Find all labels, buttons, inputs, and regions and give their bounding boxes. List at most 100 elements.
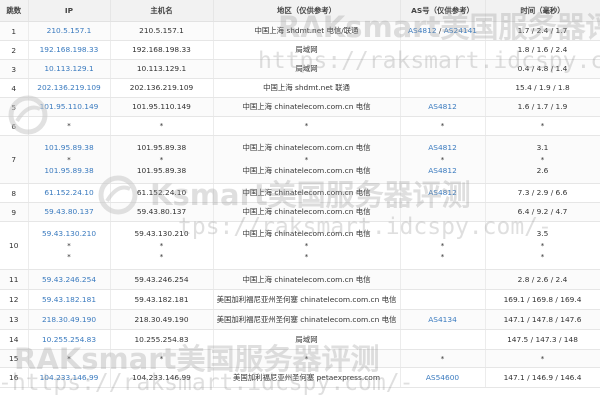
region-text: 中国上海 shdmt.net 联通 xyxy=(263,83,350,93)
asn-link[interactable]: AS4812 xyxy=(408,26,437,35)
latency-text: * xyxy=(540,121,545,131)
hop-cell: 16 xyxy=(0,367,29,388)
latency-text: 1.6 / 1.7 / 1.9 xyxy=(517,102,568,112)
latency-text: 15.4 / 1.9 / 1.8 xyxy=(515,83,570,93)
ip-link[interactable]: 59.43.130.210 xyxy=(31,228,108,239)
hostname-text: 59.43.130.210 xyxy=(134,229,189,239)
hop-number: 5 xyxy=(11,102,17,112)
latency-text: 7.3 / 2.9 / 6.6 xyxy=(517,188,568,198)
asn-cell xyxy=(400,289,486,310)
asn-cell: AS54600 xyxy=(400,367,486,388)
region-text: 局域网 xyxy=(295,64,318,74)
time-cell: 7.3 / 2.9 / 6.6 xyxy=(485,183,600,203)
latency-text: 169.1 / 169.8 / 169.4 xyxy=(503,294,582,304)
asn-line: AS4812 xyxy=(403,142,483,153)
ip-link[interactable]: 101.95.110.149 xyxy=(31,101,108,112)
ip-link[interactable]: 101.95.89.38 xyxy=(31,142,108,153)
ip-cell: 210.5.157.1 xyxy=(28,21,111,41)
ip-link[interactable]: 202.136.219.109 xyxy=(31,82,108,93)
asn-link[interactable]: AS24141 xyxy=(444,26,477,35)
ip-link[interactable]: 104.233.146.99 xyxy=(31,372,108,383)
hop-number: 9 xyxy=(11,207,17,217)
ip-link[interactable]: 192.168.198.33 xyxy=(31,44,108,55)
table-row: 6 * * * * * xyxy=(0,116,600,136)
ip-link[interactable]: 210.5.157.1 xyxy=(31,25,108,36)
hop-number: 16 xyxy=(9,373,19,382)
region-text: * xyxy=(304,121,309,131)
asn-line: AS54600 xyxy=(403,372,483,383)
ip-link[interactable]: 59.43.80.137 xyxy=(31,206,108,217)
region-text: 中国上海 chinatelecom.com.cn 电信 xyxy=(242,102,371,112)
hop-cell: 14 xyxy=(0,329,29,350)
asn-link[interactable]: AS4812 xyxy=(428,143,457,152)
asn-timeout: * xyxy=(440,353,445,363)
hop-number: 2 xyxy=(11,45,17,55)
traceroute-table: 跳数 IP 主机名 地区（仅供参考） AS号（仅供参考） 时间（毫秒） 1 210… xyxy=(0,0,600,388)
hostname-text: 59.43.246.254 xyxy=(134,274,189,284)
time-cell: 147.1 / 146.9 / 146.4 xyxy=(485,367,600,388)
hostname-text: 61.152.24.10 xyxy=(136,188,187,198)
asn-timeout: * xyxy=(440,240,445,250)
region-text: 中国上海 shdmt.net 电信/联通 xyxy=(254,26,359,36)
region-cell: 美国加利福尼亚州圣何塞 chinatelecom.com.cn 电信 xyxy=(213,289,401,310)
asn-timeout: * xyxy=(440,121,445,131)
hop-cell: 1 xyxy=(0,21,29,41)
asn-cell xyxy=(400,59,486,79)
ip-link[interactable]: 59.43.182.181 xyxy=(31,294,108,305)
ip-cell: 101.95.110.149 xyxy=(28,97,111,117)
asn-cell: * xyxy=(400,116,486,136)
asn-cell: AS4812 xyxy=(400,183,486,203)
table-row: 10 59.43.130.210 * * 59.43.130.210 * * 中国上海 chi… xyxy=(0,221,600,270)
asn-cell: AS4812 xyxy=(400,97,486,117)
ip-link[interactable]: 10.113.129.1 xyxy=(31,63,108,74)
hostname-text: * xyxy=(159,353,164,363)
asn-line: AS4134 xyxy=(403,314,483,325)
time-cell: 6.4 / 9.2 / 4.7 xyxy=(485,202,600,222)
table-row: 8 61.152.24.10 61.152.24.10 中国上海 chinatelec… xyxy=(0,183,600,203)
hostname-cell: * xyxy=(110,116,214,136)
ip-link[interactable]: 59.43.246.254 xyxy=(31,274,108,285)
ip-timeout: * xyxy=(67,240,71,250)
hop-number: 3 xyxy=(11,64,17,74)
asn-cell: AS4812 * AS4812 xyxy=(400,135,486,184)
hop-cell: 7 xyxy=(0,135,29,184)
latency-text: 3.1 xyxy=(536,143,549,153)
asn-cell: * xyxy=(400,349,486,368)
table-row: 12 59.43.182.181 59.43.182.181 美国加利福尼亚州圣何塞 … xyxy=(0,289,600,310)
ip-link[interactable]: 218.30.49.190 xyxy=(31,314,108,325)
hostname-cell: 59.43.130.210 * * xyxy=(110,221,214,270)
column-header-region: 地区（仅供参考） xyxy=(213,0,401,22)
asn-line xyxy=(403,334,483,345)
region-text: 中国上海 chinatelecom.com.cn 电信 xyxy=(242,188,371,198)
asn-link[interactable]: AS54600 xyxy=(426,373,459,382)
asn-link[interactable]: AS4812 xyxy=(428,166,457,175)
ip-link[interactable]: 61.152.24.10 xyxy=(31,187,108,198)
latency-text: 147.1 / 147.8 / 147.6 xyxy=(503,314,582,324)
hop-number: 15 xyxy=(9,354,19,363)
ip-link[interactable]: 10.255.254.83 xyxy=(31,334,108,345)
ip-link[interactable]: 101.95.89.38 xyxy=(31,165,108,176)
table-row: 7 101.95.89.38 * 101.95.89.38 101.95.89.38 * 1… xyxy=(0,135,600,184)
latency-text: 6.4 / 9.2 / 4.7 xyxy=(517,207,568,217)
table-row: 2 192.168.198.33 192.168.198.33 局域网 1.8 / 1.… xyxy=(0,40,600,60)
asn-link[interactable]: AS4134 xyxy=(428,315,457,324)
hostname-cell: 218.30.49.190 xyxy=(110,309,214,330)
table-row: 11 59.43.246.254 59.43.246.254 中国上海 chinate… xyxy=(0,269,600,290)
region-text: 中国上海 chinatelecom.com.cn 电信 xyxy=(242,207,371,217)
asn-link[interactable]: AS4812 xyxy=(428,102,457,111)
hostname-text: * xyxy=(159,240,164,250)
hop-cell: 12 xyxy=(0,289,29,310)
hostname-text: 202.136.219.109 xyxy=(129,83,194,93)
ip-cell: 10.255.254.83 xyxy=(28,329,111,350)
region-cell: 中国上海 chinatelecom.com.cn 电信 xyxy=(213,202,401,222)
asn-link[interactable]: AS4812 xyxy=(428,188,457,197)
hostname-text: * xyxy=(159,154,164,164)
hop-number: 4 xyxy=(11,83,17,93)
region-text: * xyxy=(304,353,309,363)
time-cell: * xyxy=(485,349,600,368)
hop-number: 11 xyxy=(9,275,19,284)
hop-number: 7 xyxy=(11,155,17,164)
asn-line xyxy=(403,206,483,217)
hop-cell: 15 xyxy=(0,349,29,368)
asn-line: * xyxy=(403,251,483,262)
